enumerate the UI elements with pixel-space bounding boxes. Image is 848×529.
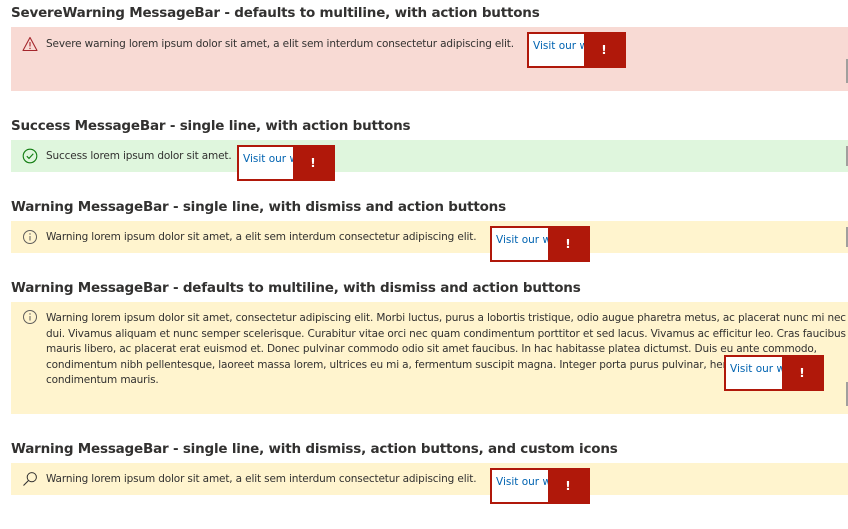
section-heading-warning-custom: Warning MessageBar - single line, with d… xyxy=(11,441,618,457)
messagebar-text: Warning lorem ipsum dolor sit amet, a el… xyxy=(46,231,477,243)
messagebar-warning-custom: Warning lorem ipsum dolor sit amet, a el… xyxy=(11,463,848,495)
messagebar-success: Success lorem ipsum dolor sit amet. xyxy=(11,140,848,172)
message-text: Success lorem ipsum dolor sit amet. xyxy=(46,150,232,162)
warning-triangle-icon xyxy=(22,36,38,52)
messagebar-warning-single: Warning lorem ipsum dolor sit amet, a el… xyxy=(11,221,848,253)
search-icon xyxy=(22,471,38,487)
section-heading-warning-multi: Warning MessageBar - defaults to multili… xyxy=(11,280,581,296)
info-circle-icon xyxy=(22,309,38,325)
alert-icon: ! xyxy=(584,34,624,66)
section-heading-success: Success MessageBar - single line, with a… xyxy=(11,118,411,134)
alert-icon: ! xyxy=(782,357,822,389)
messagebar-text: Severe warning lorem ipsum dolor sit ame… xyxy=(46,37,846,53)
section-heading-warning-single: Warning MessageBar - single line, with d… xyxy=(11,199,506,215)
link-overlay[interactable]: Visit our w ! xyxy=(724,355,824,391)
link-overlay[interactable]: Visit our w ! xyxy=(490,468,590,504)
message-text: Warning lorem ipsum dolor sit amet, a el… xyxy=(46,231,477,243)
visit-link[interactable]: Visit our w xyxy=(496,234,548,246)
link-overlay[interactable]: Visit our w ! xyxy=(490,226,590,262)
message-text: Warning lorem ipsum dolor sit amet, a el… xyxy=(46,473,477,485)
visit-link[interactable]: Visit our w xyxy=(730,363,782,375)
message-text: Severe warning lorem ipsum dolor sit ame… xyxy=(46,38,514,50)
visit-link[interactable]: Visit our w xyxy=(533,40,585,52)
messagebar-text: Success lorem ipsum dolor sit amet. xyxy=(46,150,232,162)
alert-icon: ! xyxy=(293,147,333,179)
messagebar-warning-multi: Warning lorem ipsum dolor sit amet, cons… xyxy=(11,302,848,414)
messagebar-severe: Severe warning lorem ipsum dolor sit ame… xyxy=(11,27,848,91)
check-circle-icon xyxy=(22,148,38,164)
messagebar-text: Warning lorem ipsum dolor sit amet, a el… xyxy=(46,473,477,485)
info-circle-icon xyxy=(22,229,38,245)
link-overlay[interactable]: Visit our w ! xyxy=(527,32,626,68)
visit-link[interactable]: Visit our w xyxy=(496,476,548,488)
page: SevereWarning MessageBar - defaults to m… xyxy=(0,0,848,529)
section-heading-severe: SevereWarning MessageBar - defaults to m… xyxy=(11,5,540,21)
link-overlay[interactable]: Visit our w ! xyxy=(237,145,335,181)
alert-icon: ! xyxy=(548,470,588,502)
visit-link[interactable]: Visit our w xyxy=(243,153,295,165)
alert-icon: ! xyxy=(548,228,588,260)
